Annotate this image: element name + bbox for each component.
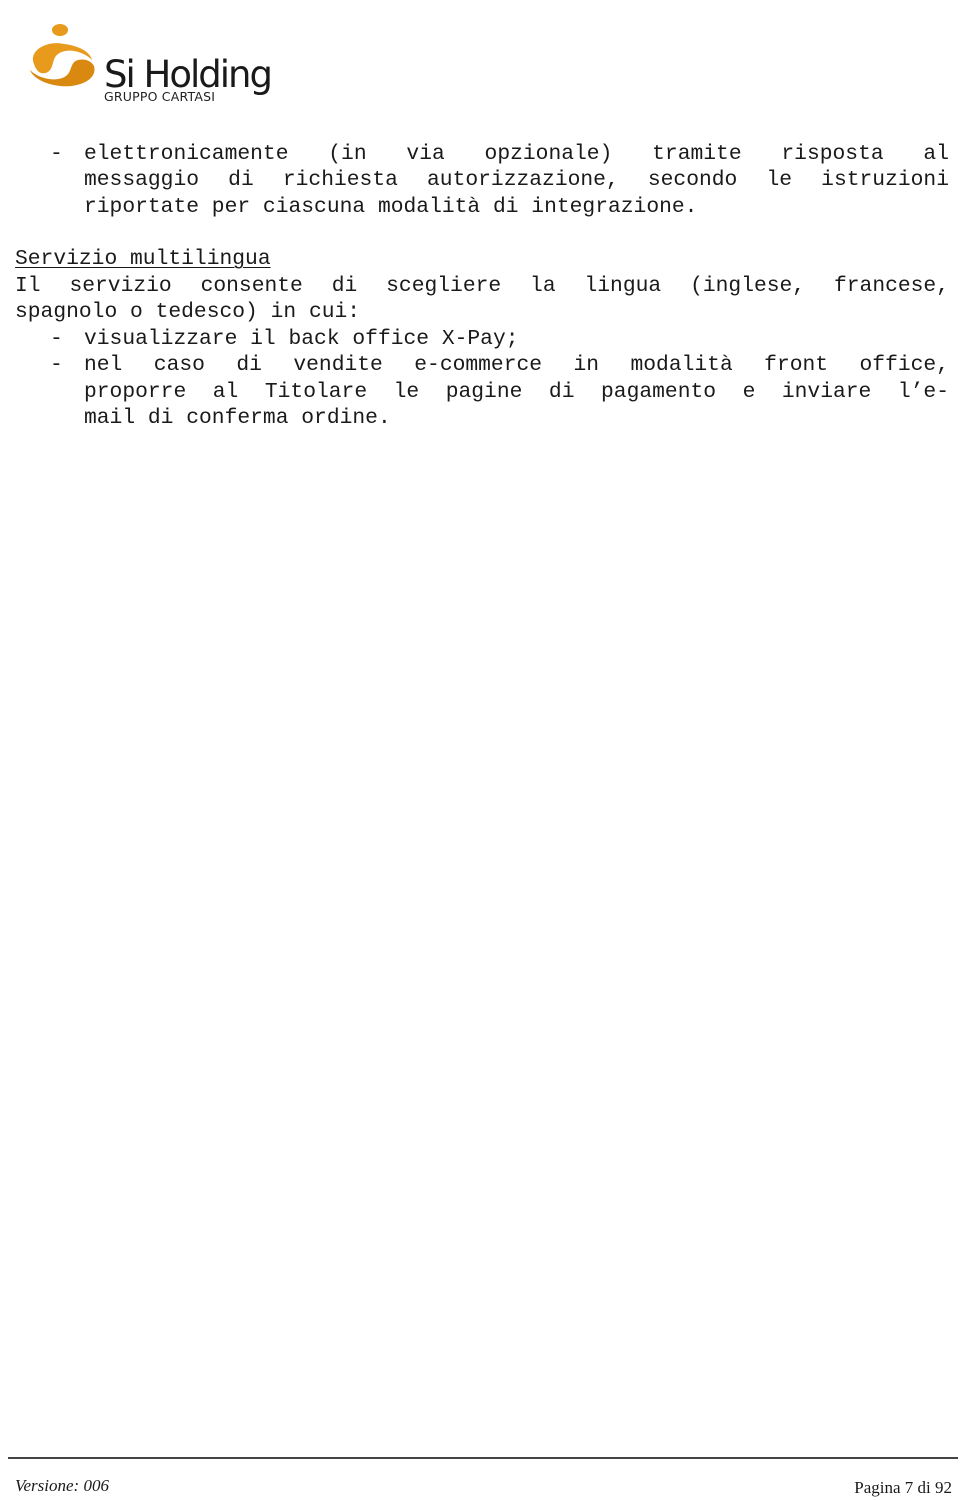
bullet-text: visualizzare il back office X-Pay;: [84, 327, 519, 351]
bullet-dash: -: [50, 353, 63, 377]
text-line: riportate per ciascuna modalità di integ…: [84, 195, 698, 219]
logo-subtitle: GRUPPO CARTASI: [104, 89, 216, 104]
bullet-dash: -: [50, 142, 63, 166]
bullet-text: nel caso di vendite e-commerce in modali…: [84, 353, 949, 377]
bullet-text: proporre al Titolare le pagine di pagame…: [84, 380, 949, 404]
page-number: Pagina 7 di 92: [854, 1478, 952, 1497]
text-line: elettronicamente (in via opzionale) tram…: [84, 142, 949, 166]
footer-divider: [8, 1457, 958, 1459]
logo-name: Si Holding: [104, 53, 273, 96]
company-logo: Si Holding GRUPPO CARTASI: [24, 20, 304, 110]
paragraph-line: spagnolo o tedesco) in cui:: [15, 300, 361, 324]
section-heading: Servizio multilingua: [15, 247, 271, 271]
bullet-text: mail di conferma ordine.: [84, 406, 391, 430]
version-label: Versione: 006: [15, 1476, 109, 1495]
text-line: messaggio di richiesta autorizzazione, s…: [84, 168, 949, 192]
paragraph-line: Il servizio consente di scegliere la lin…: [15, 274, 949, 298]
si-holding-swirl-logo-icon: [30, 24, 95, 87]
bullet-dash: -: [50, 327, 63, 351]
